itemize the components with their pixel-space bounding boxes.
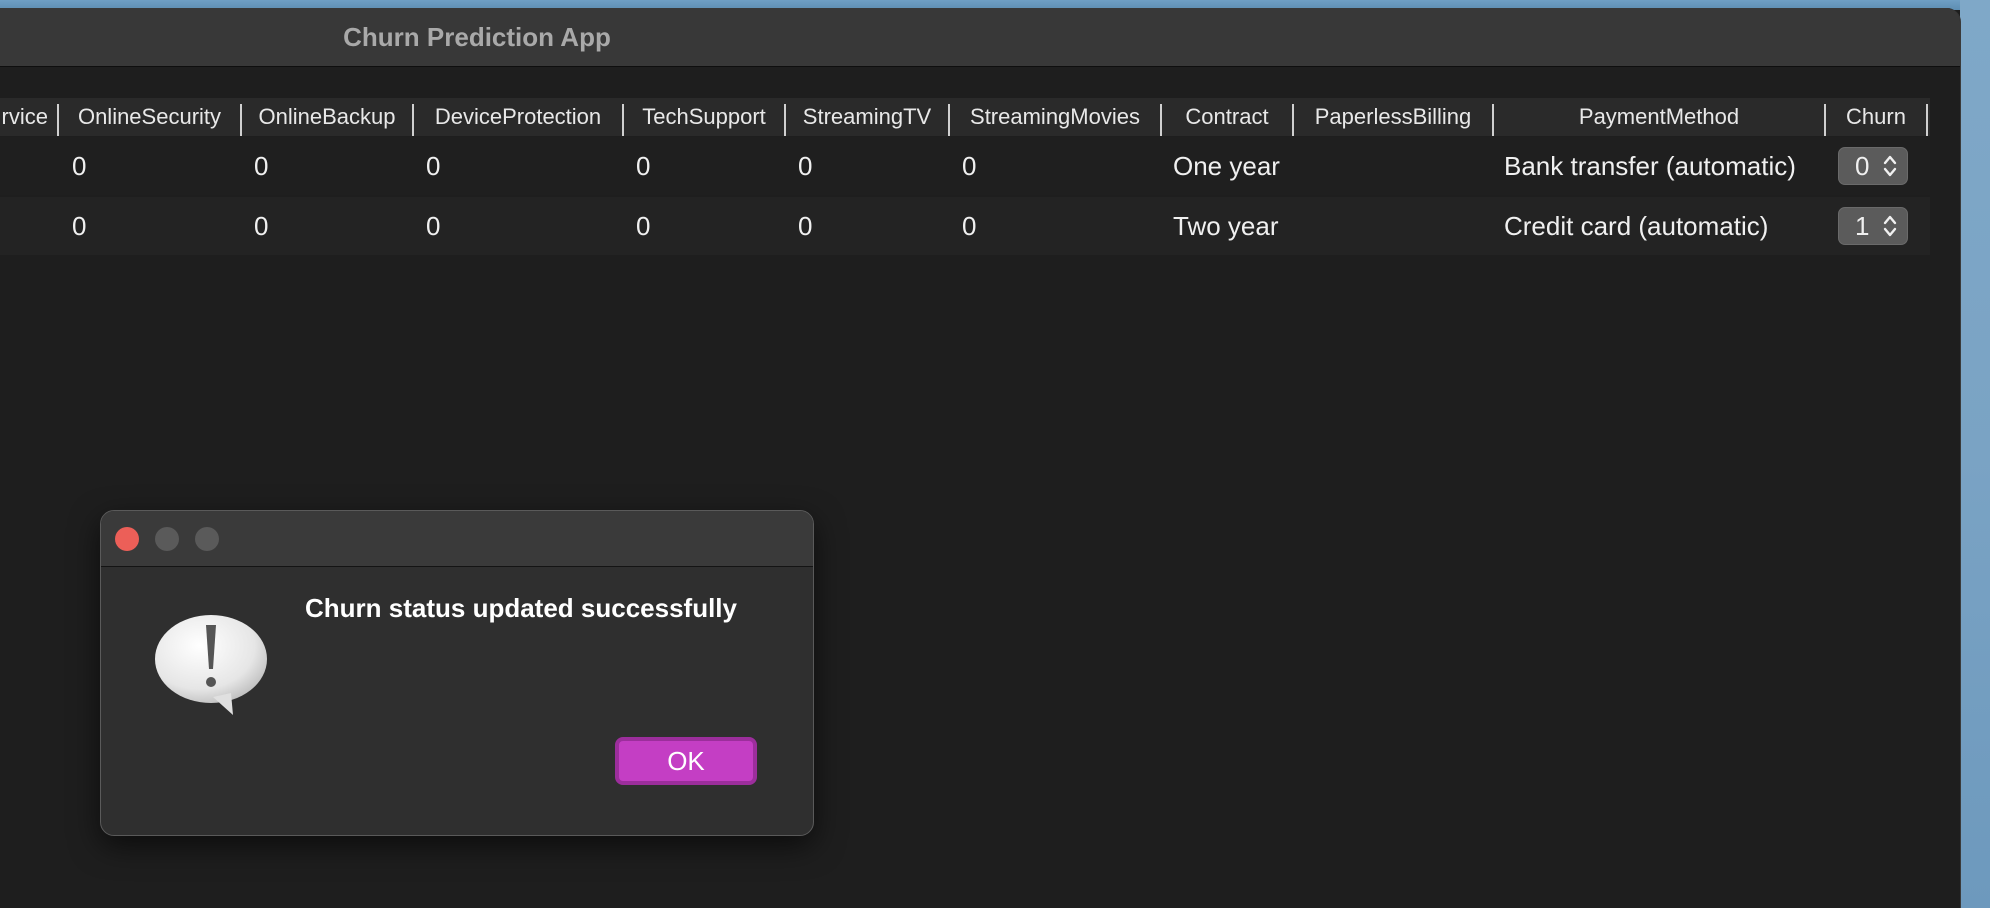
cell-tech-support[interactable]: 0: [636, 197, 650, 255]
column-header-contract[interactable]: Contract: [1162, 98, 1292, 136]
cell-streaming-tv[interactable]: 0: [798, 197, 812, 255]
window-title: Churn Prediction App: [343, 22, 611, 52]
column-header-online-security[interactable]: OnlineSecurity: [59, 98, 240, 136]
alert-dialog: Churn status updated successfully OK: [100, 510, 814, 836]
alert-exclamation-icon: [155, 615, 267, 715]
minimize-button[interactable]: [155, 527, 179, 551]
cell-contract[interactable]: One year: [1173, 137, 1280, 195]
column-header-online-backup[interactable]: OnlineBackup: [242, 98, 412, 136]
dialog-titlebar[interactable]: [101, 511, 813, 567]
churn-spinbox[interactable]: 1: [1838, 207, 1908, 245]
cell-streaming-movies[interactable]: 0: [962, 197, 976, 255]
table-row[interactable]: 0 0 0 0 0 0 One year Bank transfer (auto…: [0, 137, 1930, 195]
desktop-wallpaper-edge: [1960, 0, 1990, 908]
cell-payment-method[interactable]: Bank transfer (automatic): [1504, 137, 1796, 195]
churn-spinbox[interactable]: 0: [1838, 147, 1908, 185]
window-titlebar[interactable]: Churn Prediction App: [0, 8, 1960, 67]
cell-online-security[interactable]: 0: [72, 137, 86, 195]
cell-device-protection[interactable]: 0: [426, 197, 440, 255]
column-header-payment-method[interactable]: PaymentMethod: [1494, 98, 1824, 136]
cell-online-security[interactable]: 0: [72, 197, 86, 255]
cell-online-backup[interactable]: 0: [254, 137, 268, 195]
churn-spinbox-value: 0: [1855, 151, 1870, 181]
table-row[interactable]: 0 0 0 0 0 0 Two year Credit card (automa…: [0, 197, 1930, 255]
column-header-paperless-billing[interactable]: PaperlessBilling: [1294, 98, 1492, 136]
column-header-streaming-movies[interactable]: StreamingMovies: [950, 98, 1160, 136]
close-button[interactable]: [115, 527, 139, 551]
cell-streaming-tv[interactable]: 0: [798, 137, 812, 195]
column-header-service[interactable]: rvice: [0, 98, 56, 136]
churn-spinbox-value: 1: [1855, 211, 1870, 241]
stepper-arrows-icon[interactable]: [1883, 212, 1897, 240]
table-header: rvice OnlineSecurity OnlineBackup Device…: [0, 98, 1930, 136]
ok-button[interactable]: OK: [615, 737, 757, 785]
cell-streaming-movies[interactable]: 0: [962, 137, 976, 195]
cell-contract[interactable]: Two year: [1173, 197, 1279, 255]
column-header-streaming-tv[interactable]: StreamingTV: [786, 98, 948, 136]
cell-payment-method[interactable]: Credit card (automatic): [1504, 197, 1768, 255]
column-header-churn[interactable]: Churn: [1826, 98, 1926, 136]
dialog-message: Churn status updated successfully: [305, 593, 737, 623]
cell-device-protection[interactable]: 0: [426, 137, 440, 195]
column-header-device-protection[interactable]: DeviceProtection: [414, 98, 622, 136]
stepper-arrows-icon[interactable]: [1883, 152, 1897, 180]
zoom-button[interactable]: [195, 527, 219, 551]
column-divider[interactable]: [1926, 104, 1928, 136]
cell-tech-support[interactable]: 0: [636, 137, 650, 195]
column-header-tech-support[interactable]: TechSupport: [624, 98, 784, 136]
cell-online-backup[interactable]: 0: [254, 197, 268, 255]
